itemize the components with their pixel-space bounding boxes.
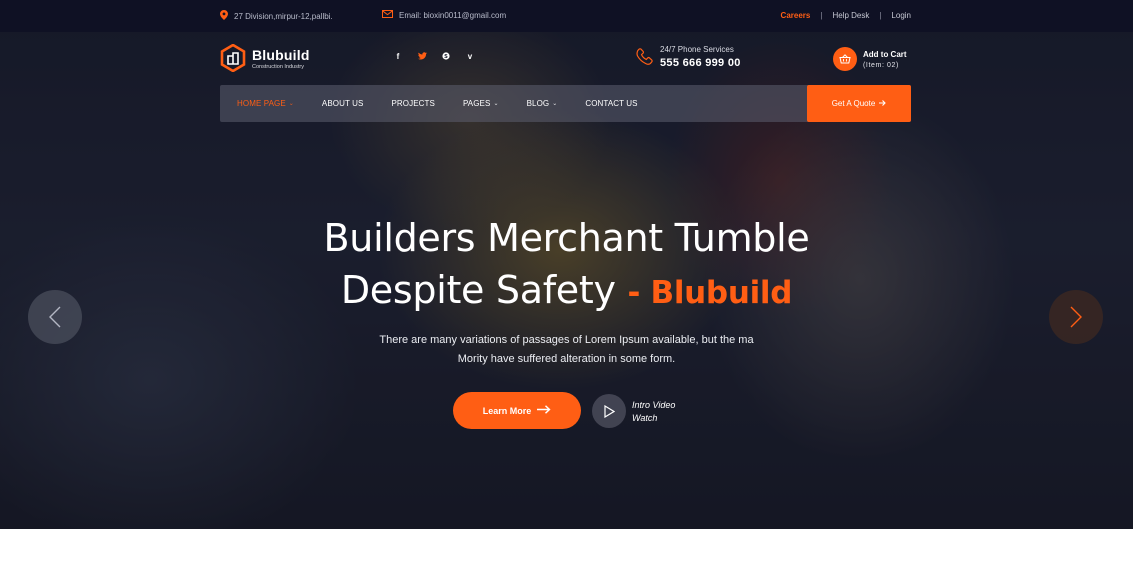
nav-item-label: ABOUT US: [321, 99, 364, 108]
slider-next-button[interactable]: [1049, 290, 1103, 344]
main-nav: HOME PAGE ⌄ ABOUT US PROJECTS PAGES ⌄ BL…: [220, 85, 911, 122]
email-text: Email: bioxin0011@gmail.com: [399, 11, 507, 20]
top-links: Careers | Help Desk | Login: [781, 11, 911, 20]
nav-item-label: CONTACT US: [585, 99, 638, 108]
chevron-down-icon: ⌄: [552, 101, 558, 107]
nav-item-about[interactable]: ABOUT US: [322, 99, 364, 108]
nav-item-blog[interactable]: BLOG ⌄: [527, 99, 558, 108]
svg-text:S: S: [444, 54, 448, 60]
video-label-line2: Watch: [632, 413, 658, 423]
chevron-down-icon: ⌄: [493, 101, 499, 107]
logo-icon: [220, 44, 246, 72]
phone-icon: [636, 48, 653, 65]
hero-title-accent: - Blubuild: [627, 275, 793, 311]
learn-more-label: Learn More: [482, 405, 532, 416]
nav-item-label: PROJECTS: [391, 99, 435, 108]
vimeo-icon[interactable]: v: [465, 52, 475, 62]
nav-item-label: BLOG: [526, 99, 550, 108]
separator: |: [820, 11, 823, 20]
arrow-right-icon: [537, 405, 551, 416]
phone-number: 555 666 999 00: [660, 57, 741, 69]
address-item: 27 Division,mirpur-12,pallbi.: [220, 10, 333, 23]
separator: |: [879, 11, 882, 20]
cart[interactable]: Add to Cart (Item: 02): [833, 47, 907, 71]
nav-item-label: HOME PAGE: [237, 99, 286, 108]
social-links: f S v: [393, 52, 475, 62]
logo[interactable]: Blubuild Construction Industry: [220, 44, 310, 72]
chevron-right-icon: [1070, 306, 1082, 328]
slider-prev-button[interactable]: [28, 290, 82, 344]
skype-icon[interactable]: S: [441, 52, 451, 62]
location-pin-icon: [220, 10, 228, 23]
play-icon: [603, 404, 615, 418]
chevron-left-icon: [49, 306, 61, 328]
careers-link[interactable]: Careers: [781, 11, 811, 20]
help-desk-link[interactable]: Help Desk: [832, 11, 869, 20]
login-link[interactable]: Login: [891, 11, 911, 20]
chevron-down-icon: ⌄: [288, 101, 294, 107]
nav-item-home[interactable]: HOME PAGE ⌄: [237, 99, 294, 108]
nav-item-pages[interactable]: PAGES ⌄: [463, 99, 499, 108]
hero-description-line2: Mority have suffered alteration in some …: [457, 353, 676, 365]
basket-icon: [833, 47, 857, 71]
phone-label: 24/7 Phone Services: [660, 45, 734, 54]
phone-contact[interactable]: 24/7 Phone Services 555 666 999 00: [633, 45, 741, 69]
nav-item-projects[interactable]: PROJECTS: [391, 99, 434, 108]
hero-description-line1: There are many variations of passages of…: [379, 334, 754, 346]
twitter-icon[interactable]: [417, 52, 427, 62]
logo-tagline: Construction Industry: [252, 63, 304, 70]
top-bar: 27 Division,mirpur-12,pallbi. Email: bio…: [0, 0, 1133, 32]
quote-label: Get A Quote: [831, 99, 876, 108]
learn-more-button[interactable]: Learn More: [453, 392, 581, 429]
nav-item-contact[interactable]: CONTACT US: [585, 99, 637, 108]
address-text: 27 Division,mirpur-12,pallbi.: [234, 12, 333, 21]
play-video-button[interactable]: [592, 394, 626, 428]
hero-title-line1: Builders Merchant Tumble: [323, 216, 810, 260]
nav-item-label: PAGES: [462, 99, 491, 108]
cart-count: (Item: 02): [863, 61, 899, 69]
envelope-icon: [382, 10, 393, 21]
facebook-icon[interactable]: f: [393, 52, 403, 62]
arrow-right-icon: [879, 99, 887, 108]
site-header: Blubuild Construction Industry f S v 24/…: [0, 32, 1133, 92]
hero-title-line2: Despite Safety - Blubuild: [0, 268, 1133, 312]
email-item[interactable]: Email: bioxin0011@gmail.com: [382, 10, 506, 21]
hero-title-main: Despite Safety: [340, 268, 616, 312]
get-quote-button[interactable]: Get A Quote: [807, 85, 911, 122]
logo-name: Blubuild: [252, 46, 310, 63]
video-label-line1: Intro Video: [632, 400, 676, 410]
intro-video-label[interactable]: Intro Video Watch: [632, 399, 675, 425]
cart-label: Add to Cart: [863, 49, 907, 59]
